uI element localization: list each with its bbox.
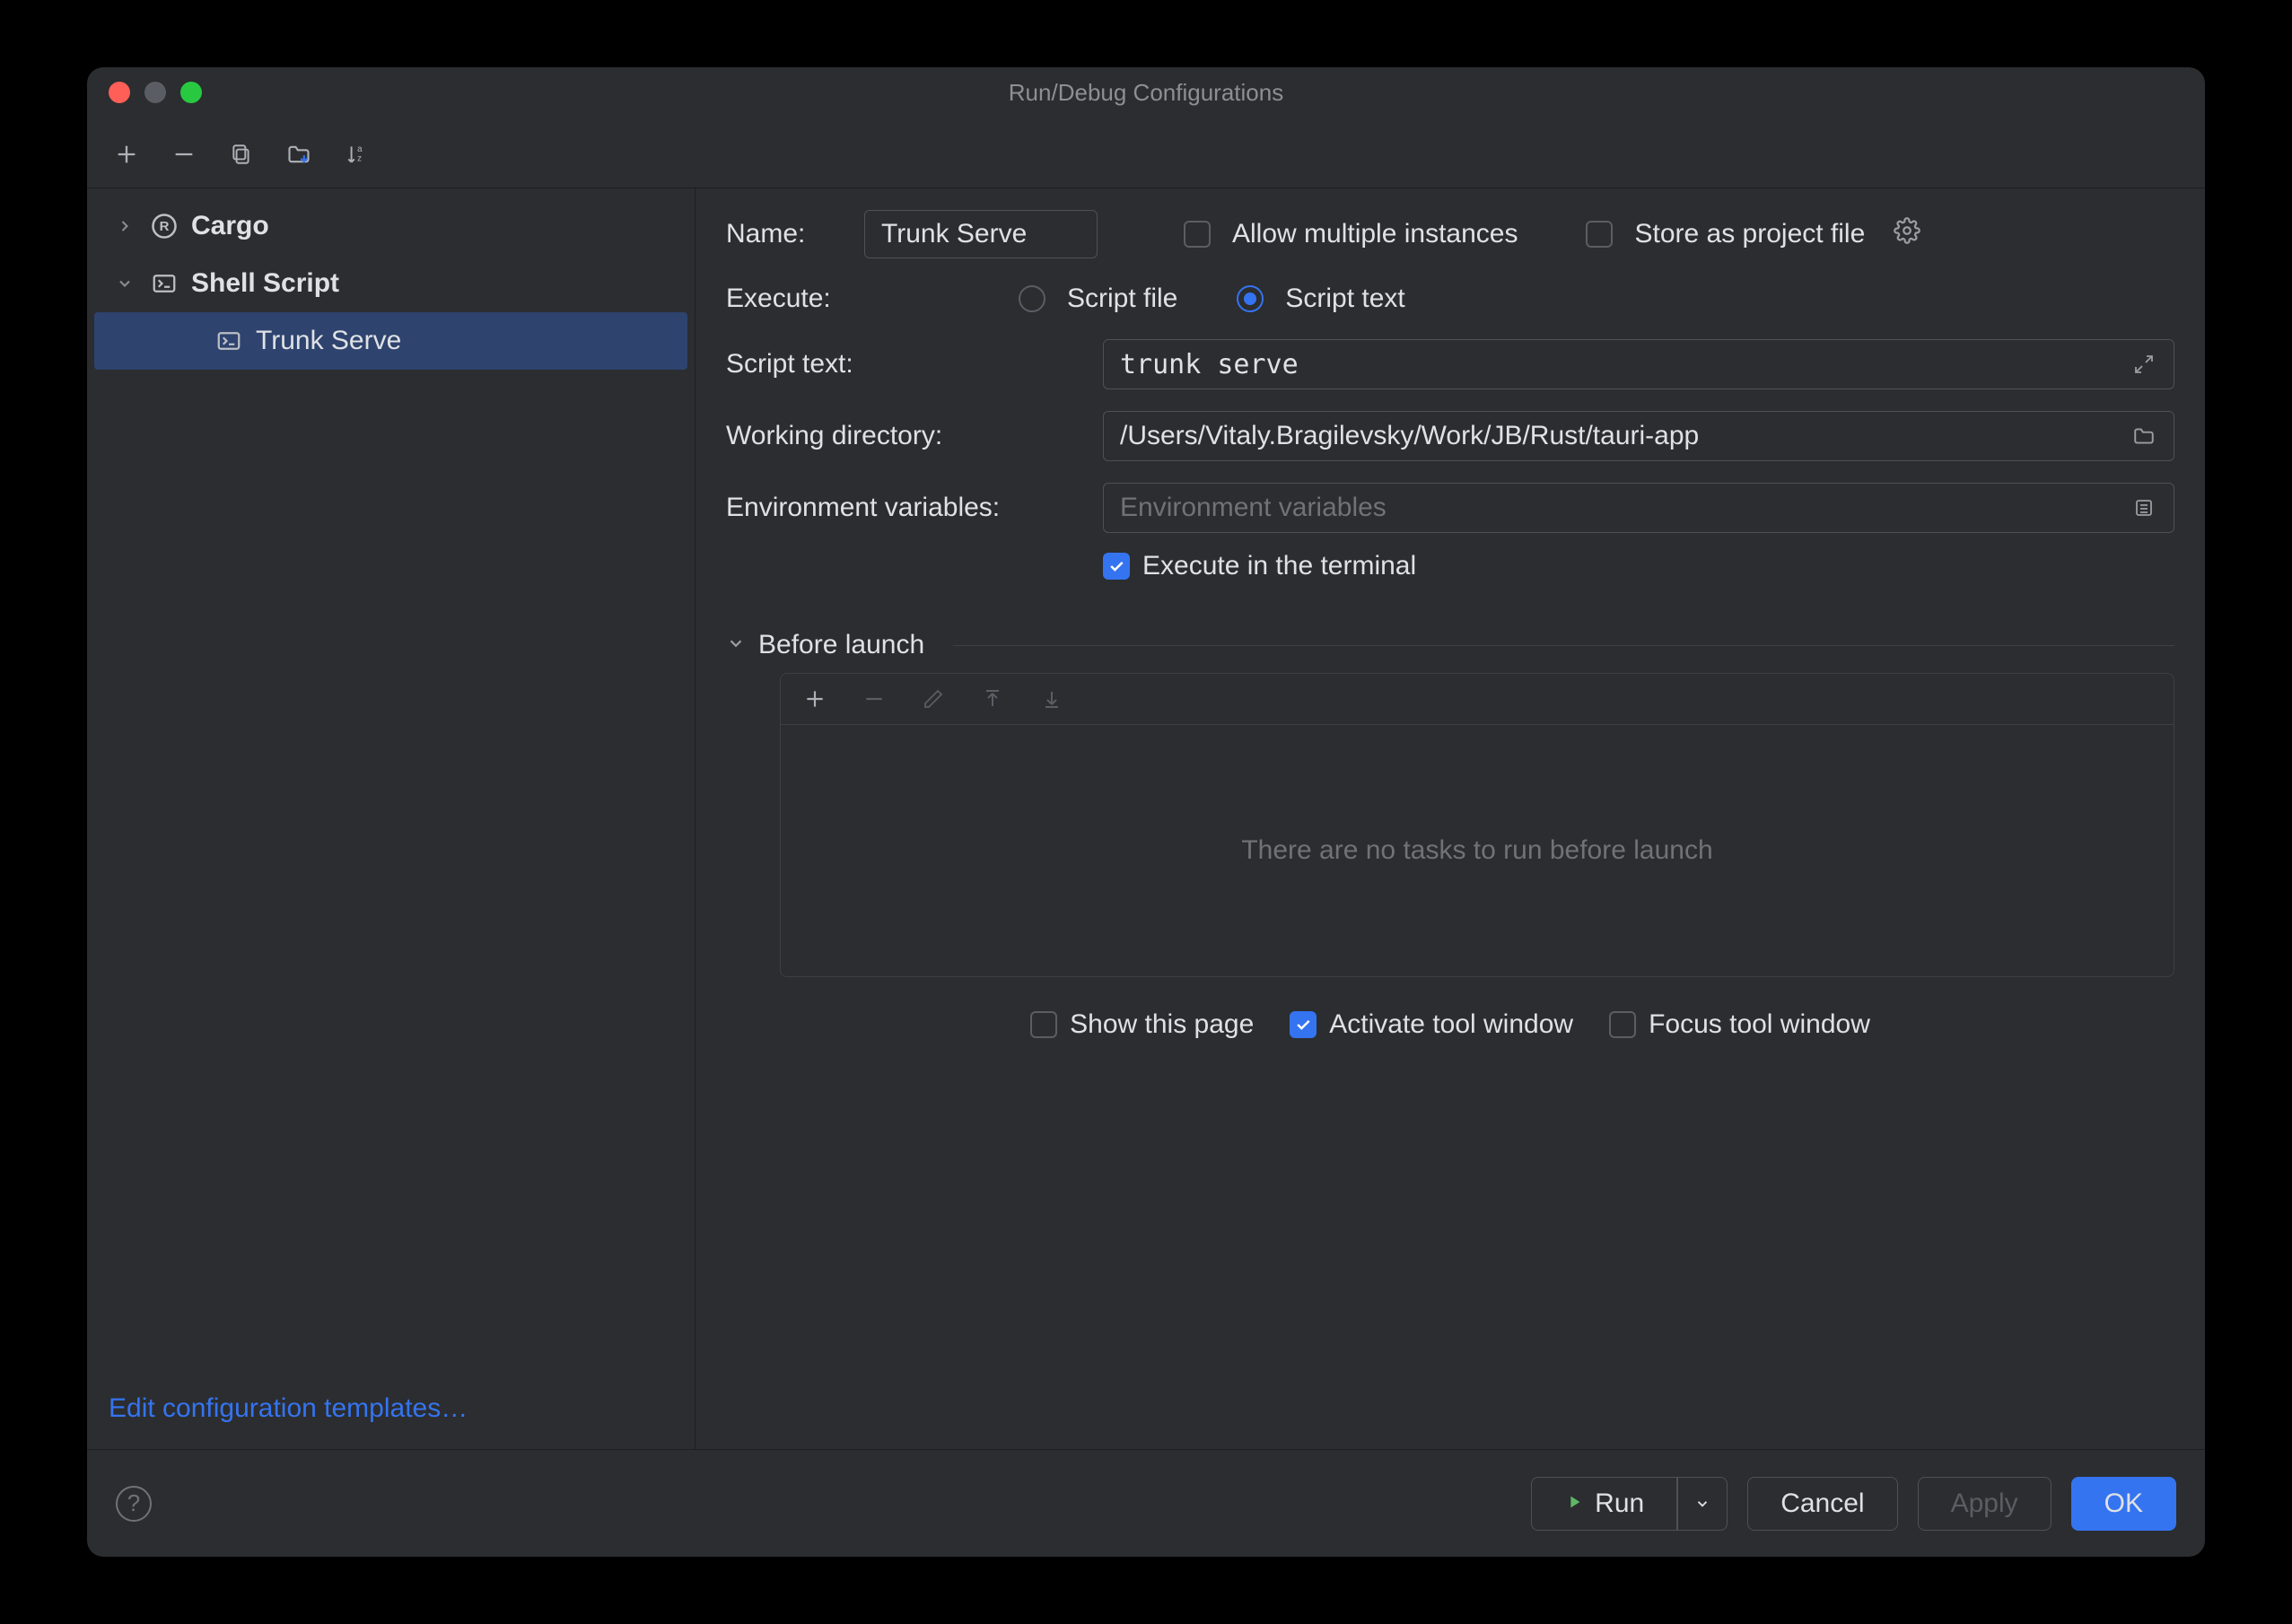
add-task-icon[interactable]: [799, 683, 831, 715]
terminal-icon: [148, 267, 180, 300]
show-page-label: Show this page: [1070, 1009, 1254, 1040]
env-vars-placeholder: Environment variables: [1120, 493, 1387, 523]
script-file-label: Script file: [1067, 284, 1177, 314]
svg-text:a: a: [357, 144, 363, 154]
remove-task-icon: [858, 683, 890, 715]
svg-text:z: z: [357, 154, 362, 164]
working-dir-label: Working directory:: [726, 421, 1103, 451]
edit-task-icon: [917, 683, 949, 715]
help-icon[interactable]: ?: [116, 1486, 152, 1522]
tree-item-trunk-serve[interactable]: Trunk Serve: [94, 312, 687, 370]
save-config-icon[interactable]: [283, 138, 315, 170]
run-split-button: Run: [1531, 1477, 1728, 1531]
chevron-right-icon: [112, 217, 137, 235]
before-launch-panel: There are no tasks to run before launch: [780, 673, 2174, 977]
store-project-checkbox[interactable]: [1586, 221, 1613, 248]
chevron-down-icon: [726, 630, 746, 660]
tree-item-label: Shell Script: [191, 268, 339, 299]
remove-config-icon[interactable]: [168, 138, 200, 170]
tree-item-shell-script[interactable]: Shell Script: [87, 255, 695, 312]
run-button[interactable]: Run: [1531, 1477, 1677, 1531]
allow-multiple-label: Allow multiple instances: [1232, 219, 1518, 249]
move-down-icon: [1036, 683, 1068, 715]
execute-label: Execute:: [726, 284, 997, 314]
rust-icon: R: [148, 210, 180, 242]
copy-config-icon[interactable]: [225, 138, 258, 170]
working-dir-input[interactable]: /Users/Vitaly.Bragilevsky/Work/JB/Rust/t…: [1103, 411, 2174, 461]
dialog-title: Run/Debug Configurations: [87, 79, 2205, 107]
env-vars-input[interactable]: Environment variables: [1103, 483, 2174, 533]
before-launch-empty: There are no tasks to run before launch: [781, 725, 2174, 976]
run-debug-dialog: Run/Debug Configurations az: [87, 67, 2205, 1557]
config-tree: R Cargo Shell Script: [87, 197, 695, 1368]
expand-icon[interactable]: [2130, 351, 2157, 378]
tree-item-label: Cargo: [191, 211, 269, 241]
show-page-checkbox[interactable]: [1030, 1011, 1057, 1038]
working-dir-value: /Users/Vitaly.Bragilevsky/Work/JB/Rust/t…: [1120, 421, 1699, 451]
run-label: Run: [1595, 1489, 1644, 1519]
execute-terminal-label: Execute in the terminal: [1142, 551, 1416, 581]
apply-button: Apply: [1918, 1477, 2051, 1531]
bottom-checks: Show this page Activate tool window Focu…: [726, 1009, 2174, 1040]
store-project-label: Store as project file: [1634, 219, 1865, 249]
script-file-radio[interactable]: [1019, 285, 1045, 312]
focus-tw-label: Focus tool window: [1649, 1009, 1870, 1040]
terminal-icon: [213, 325, 245, 357]
svg-text:R: R: [160, 219, 170, 234]
main: R Cargo Shell Script: [87, 188, 2205, 1449]
name-label: Name:: [726, 219, 843, 249]
name-input[interactable]: [864, 210, 1098, 258]
run-dropdown-button[interactable]: [1677, 1477, 1728, 1531]
before-launch-toolbar: [781, 674, 2174, 725]
tree-item-cargo[interactable]: R Cargo: [87, 197, 695, 255]
script-text-input[interactable]: trunk serve: [1103, 339, 2174, 389]
play-icon: [1564, 1489, 1584, 1519]
allow-multiple-checkbox[interactable]: [1184, 221, 1211, 248]
script-text-field-label: Script text:: [726, 349, 1103, 380]
focus-tw-checkbox[interactable]: [1609, 1011, 1636, 1038]
tree-item-label: Trunk Serve: [256, 326, 401, 356]
activate-tw-label: Activate tool window: [1329, 1009, 1573, 1040]
form: Name: Allow multiple instances Store as …: [695, 188, 2205, 1449]
add-config-icon[interactable]: [110, 138, 143, 170]
ok-button[interactable]: OK: [2071, 1477, 2176, 1531]
titlebar: Run/Debug Configurations: [87, 67, 2205, 118]
sort-config-icon[interactable]: az: [340, 138, 372, 170]
dialog-footer: ? Run Cancel Apply OK: [87, 1449, 2205, 1557]
env-vars-label: Environment variables:: [726, 493, 1103, 523]
edit-templates-link[interactable]: Edit configuration templates…: [87, 1368, 695, 1449]
move-up-icon: [976, 683, 1009, 715]
before-launch-section[interactable]: Before launch: [726, 630, 2174, 660]
folder-icon[interactable]: [2130, 423, 2157, 450]
chevron-down-icon: [112, 275, 137, 292]
before-launch-title: Before launch: [758, 630, 924, 660]
script-text-label: Script text: [1285, 284, 1404, 314]
config-toolbar: az: [87, 118, 2205, 188]
sidebar: R Cargo Shell Script: [87, 188, 695, 1449]
cancel-button[interactable]: Cancel: [1747, 1477, 1897, 1531]
activate-tw-checkbox[interactable]: [1290, 1011, 1317, 1038]
script-text-value: trunk serve: [1120, 349, 1299, 380]
gear-icon[interactable]: [1894, 217, 1920, 251]
script-text-radio[interactable]: [1237, 285, 1264, 312]
execute-terminal-checkbox[interactable]: [1103, 553, 1130, 580]
list-icon[interactable]: [2130, 494, 2157, 521]
